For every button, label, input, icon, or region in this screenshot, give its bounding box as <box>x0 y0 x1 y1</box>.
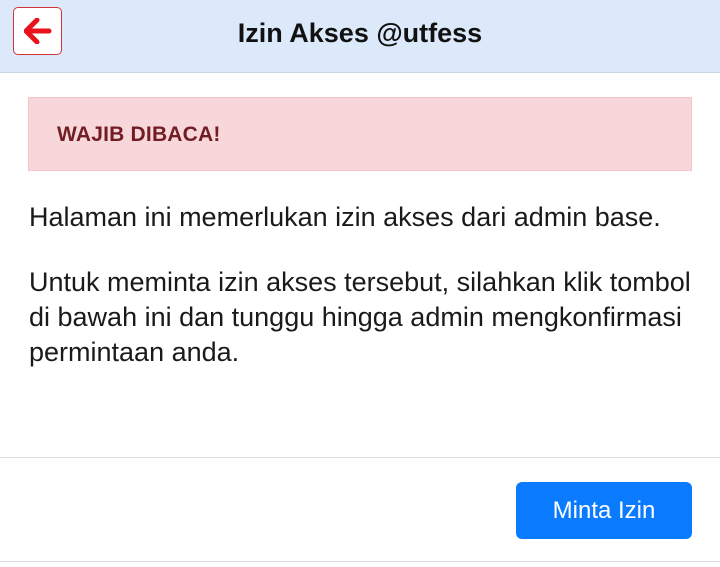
header-bar: Izin Akses @utfess <box>0 0 720 73</box>
footer-divider <box>0 457 720 458</box>
request-permission-button[interactable]: Minta Izin <box>516 482 692 539</box>
info-paragraph-1: Halaman ini memerlukan izin akses dari a… <box>29 202 661 232</box>
content-body: Halaman ini memerlukan izin akses dari a… <box>29 200 693 400</box>
page-title: Izin Akses @utfess <box>237 18 483 48</box>
warning-text: WAJIB DIBACA! <box>57 123 221 146</box>
bottom-divider <box>0 561 720 562</box>
info-paragraph-2: Untuk meminta izin akses tersebut, silah… <box>29 267 691 367</box>
warning-alert: WAJIB DIBACA! <box>28 97 692 171</box>
